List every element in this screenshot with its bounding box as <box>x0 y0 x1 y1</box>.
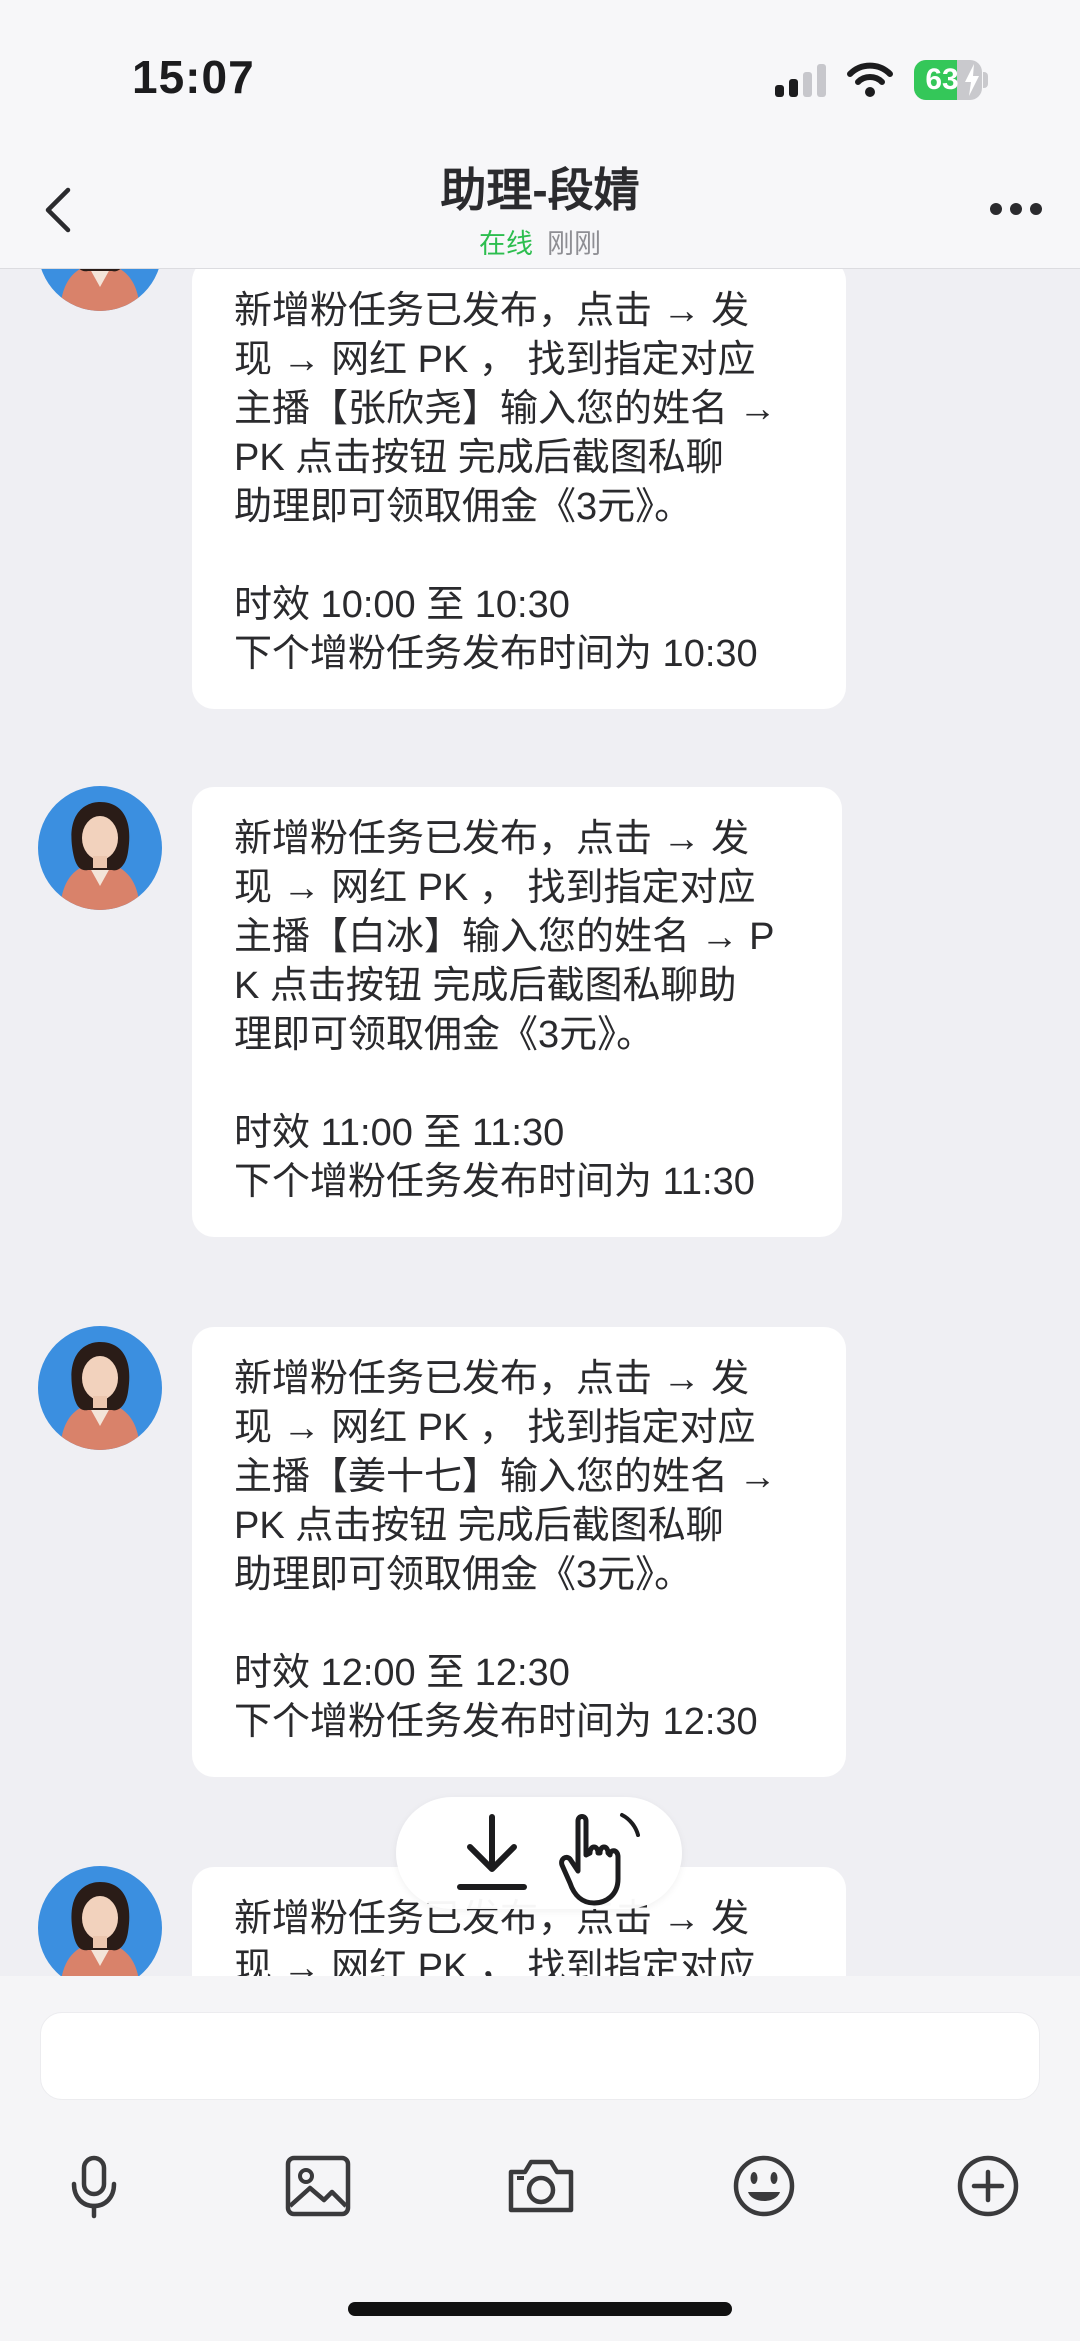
contact-avatar[interactable] <box>38 1326 162 1450</box>
nav-bar: 助理-段婧 在线 刚刚 <box>0 150 1080 269</box>
status-bar: 15:07 63 <box>0 0 1080 150</box>
status-time: 15:07 <box>132 51 255 103</box>
image-icon[interactable] <box>280 2148 356 2224</box>
message-line: 现 → 网红 PK ， 找到指定对应 <box>234 339 756 381</box>
contact-avatar[interactable] <box>38 786 162 910</box>
message-line: 新增粉任务已发布，点击 → 发 <box>234 818 750 860</box>
message-line: PK 点击按钮 完成后截图私聊 <box>234 1505 724 1547</box>
composer-area <box>0 1976 1080 2341</box>
message-bubble[interactable]: 新增粉任务已发布，点击 → 发 现 → 网红 PK ， 找到指定对应 主播【张欣… <box>192 269 846 709</box>
avatar-image <box>38 786 162 910</box>
message-line: 主播【姜十七】输入您的姓名 → <box>234 1456 777 1498</box>
battery-indicator: 63 <box>914 60 988 100</box>
message-line: 新增粉任务已发布，点击 → 发 <box>234 1358 750 1400</box>
message-list[interactable]: 新增粉任务已发布，点击 → 发 现 → 网红 PK ， 找到指定对应 主播【张欣… <box>0 269 1080 1976</box>
charging-bolt-icon <box>965 64 979 96</box>
avatar-image <box>38 269 162 311</box>
more-options-icon[interactable] <box>986 194 1046 224</box>
plus-circle-icon[interactable] <box>950 2148 1026 2224</box>
chat-subtitle: 在线 刚刚 <box>0 222 1080 261</box>
message-time-window: 时效 12:00 至 12:30 <box>234 1652 570 1694</box>
battery-tip <box>983 72 988 88</box>
wifi-icon <box>847 62 893 97</box>
message-time-window: 时效 10:00 至 10:30 <box>234 584 570 626</box>
message-line: 主播【白冰】输入您的姓名 → P <box>234 916 775 958</box>
pointing-hand-icon <box>559 1813 640 1906</box>
message-line: 新增粉任务已发布，点击 → 发 <box>234 290 750 332</box>
message-input[interactable] <box>40 2012 1040 2100</box>
contact-avatar[interactable] <box>38 269 162 311</box>
download-arrow-icon <box>457 1814 527 1890</box>
download-float-button[interactable] <box>396 1797 682 1909</box>
message-next-time: 下个增粉任务发布时间为 11:30 <box>234 1161 755 1203</box>
last-seen: 刚刚 <box>547 229 601 259</box>
message-line: PK 点击按钮 完成后截图私聊 <box>234 437 724 479</box>
message-next-time: 下个增粉任务发布时间为 10:30 <box>234 633 758 675</box>
message-bubble[interactable]: 新增粉任务已发布，点击 → 发 现 → 网红 PK ， 找到指定对应 主播【白冰… <box>192 787 842 1237</box>
message-line: 现 → 网红 PK ， 找到指定对应 <box>234 1407 756 1449</box>
message-line: 助理即可领取佣金《3元》。 <box>234 1554 693 1596</box>
message-next-time: 下个增粉任务发布时间为 12:30 <box>234 1701 758 1743</box>
emoji-icon[interactable] <box>726 2148 802 2224</box>
home-indicator[interactable] <box>348 2302 732 2316</box>
message-line: 理即可领取佣金《3元》。 <box>234 1014 655 1056</box>
cellular-signal-icon <box>775 64 826 97</box>
message-line: 现 → 网红 PK ， 找到指定对应 <box>234 1947 756 1976</box>
camera-icon[interactable] <box>503 2148 579 2224</box>
message-line: 主播【张欣尧】输入您的姓名 → <box>234 388 777 430</box>
online-status: 在线 <box>479 229 533 259</box>
message-time-window: 时效 11:00 至 11:30 <box>234 1112 565 1154</box>
contact-avatar[interactable] <box>38 1866 162 1976</box>
message-line: 现 → 网红 PK ， 找到指定对应 <box>234 867 756 909</box>
message-bubble[interactable]: 新增粉任务已发布，点击 → 发 现 → 网红 PK ， 找到指定对应 主播【姜十… <box>192 1327 846 1777</box>
message-line: 助理即可领取佣金《3元》。 <box>234 486 693 528</box>
message-line: K 点击按钮 完成后截图私聊助 <box>234 965 737 1007</box>
avatar-image <box>38 1326 162 1450</box>
microphone-icon[interactable] <box>56 2148 132 2224</box>
chat-title: 助理-段婧 <box>440 164 640 216</box>
battery-percent: 63 <box>925 63 959 96</box>
avatar-image <box>38 1866 162 1976</box>
